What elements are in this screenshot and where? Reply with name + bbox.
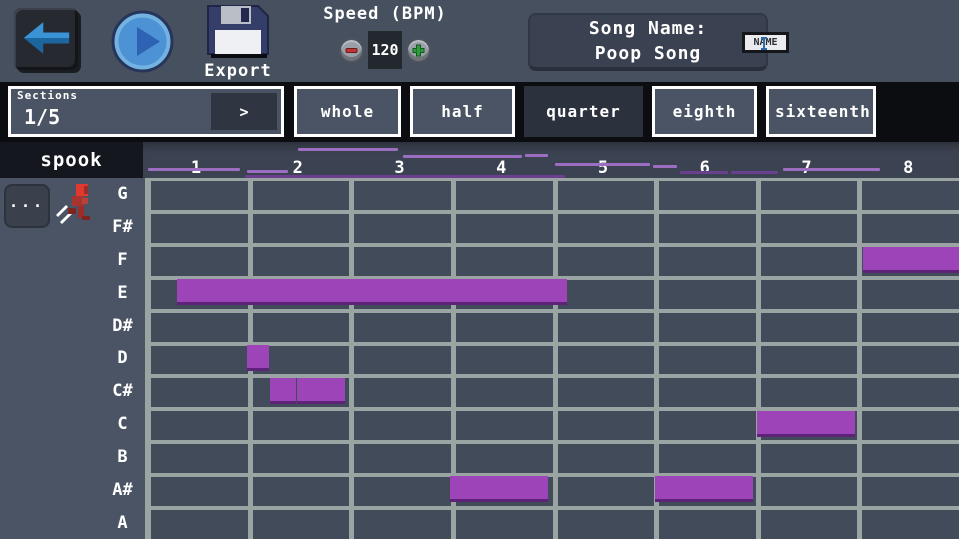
note-block-F[interactable]	[863, 247, 959, 273]
minimap-note-segment	[783, 168, 880, 171]
back-arrow-icon	[18, 13, 74, 63]
note-block-As[interactable]	[450, 476, 548, 502]
note-block-E[interactable]	[177, 279, 567, 305]
note-length-button-eighth[interactable]: eighth	[652, 86, 757, 137]
sections-panel: Sections 1/5 >	[8, 86, 284, 137]
song-name-label: Song Name:	[589, 16, 707, 41]
minimap-note-segment	[731, 171, 778, 174]
export-button[interactable]: Export	[201, 4, 275, 81]
speed-label: Speed (BPM)	[300, 4, 470, 24]
note-length-button-sixteenth[interactable]: sixteenth	[766, 86, 876, 137]
floppy-disk-icon	[206, 4, 270, 60]
sections-value: 1/5	[24, 105, 60, 129]
pitch-label-A: A	[100, 506, 145, 539]
note-block-Cs[interactable]	[270, 378, 295, 404]
text-cursor-icon	[761, 37, 767, 50]
pitch-label-Cs: C#	[100, 375, 145, 408]
note-block-D[interactable]	[247, 345, 269, 371]
speed-control: Speed (BPM) 120	[300, 4, 470, 69]
piano-roll-area: ... GF#FED#DC#CBA#A	[0, 178, 959, 539]
runner-character-icon	[54, 182, 92, 228]
pitch-label-B: B	[100, 441, 145, 474]
note-block-Cs[interactable]	[297, 378, 345, 404]
music-sequencer-app: Export Speed (BPM) 120	[0, 0, 959, 539]
sections-label: Sections	[17, 89, 78, 102]
bpm-value: 120	[368, 31, 402, 69]
pitch-label-As: A#	[100, 473, 145, 506]
controls-row: Sections 1/5 > wholehalfquartereighthsix…	[0, 82, 959, 142]
pitch-label-Ds: D#	[100, 309, 145, 342]
pitch-label-F: F	[100, 244, 145, 277]
toolbar: Export Speed (BPM) 120	[0, 0, 959, 82]
next-section-button[interactable]: >	[211, 93, 277, 130]
minimap-note-segment	[247, 170, 288, 173]
minimap-note-segment	[555, 163, 650, 166]
note-length-button-quarter[interactable]: quarter	[524, 86, 643, 137]
note-block-C[interactable]	[757, 411, 855, 437]
plus-icon	[411, 43, 426, 58]
song-name-value: Poop Song	[595, 41, 702, 66]
pitch-label-G: G	[100, 178, 145, 211]
bpm-decrease-button[interactable]	[339, 38, 364, 63]
export-label: Export	[201, 61, 275, 81]
pitch-label-D: D	[100, 342, 145, 375]
play-icon	[111, 10, 174, 73]
minimap-note-segment	[680, 171, 728, 174]
timeline-row: spook 12345678	[0, 142, 959, 178]
song-minimap[interactable]: 12345678	[143, 142, 959, 178]
minimap-note-segment	[298, 148, 398, 151]
minus-icon	[344, 43, 359, 58]
options-button[interactable]: ...	[4, 184, 50, 228]
bpm-increase-button[interactable]	[406, 38, 431, 63]
minimap-note-segment	[148, 168, 240, 171]
pitch-label-Fs: F#	[100, 211, 145, 244]
pitch-label-E: E	[100, 276, 145, 309]
timeline-number: 8	[903, 158, 913, 178]
song-name-box: Song Name: Poop Song	[528, 13, 768, 71]
note-length-button-half[interactable]: half	[410, 86, 515, 137]
note-length-button-whole[interactable]: whole	[294, 86, 401, 137]
pitch-label-C: C	[100, 408, 145, 441]
back-button[interactable]	[14, 8, 78, 70]
timeline-number: 5	[598, 158, 608, 178]
note-block-As[interactable]	[655, 476, 753, 502]
minimap-note-segment	[403, 155, 522, 158]
note-length-buttons: wholehalfquartereighthsixteenth	[294, 86, 876, 137]
minimap-note-segment	[653, 165, 677, 168]
timeline-number: 6	[700, 158, 710, 178]
minimap-note-segment	[525, 154, 548, 157]
rename-song-button[interactable]: NAME	[742, 32, 789, 53]
play-button[interactable]	[111, 10, 174, 73]
note-grid	[145, 178, 959, 539]
track-tab[interactable]: spook	[0, 142, 143, 178]
pitch-labels: GF#FED#DC#CBA#A	[100, 178, 145, 539]
